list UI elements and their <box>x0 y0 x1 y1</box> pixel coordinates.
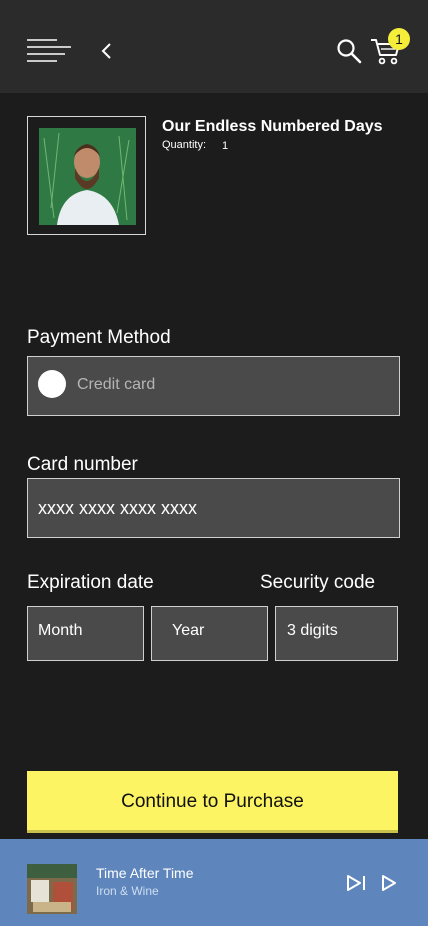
payment-method-label: Payment Method <box>27 327 171 348</box>
card-number-input[interactable]: xxxx xxxx xxxx xxxx <box>27 478 400 538</box>
card-number-label: Card number <box>27 454 138 475</box>
year-field[interactable]: Year <box>151 606 268 661</box>
month-field[interactable]: Month <box>27 606 144 661</box>
expiration-date-label: Expiration date <box>27 572 154 593</box>
quantity-label: Quantity: <box>162 139 207 151</box>
payment-method-placeholder: Credit card <box>77 376 156 393</box>
play-icon[interactable] <box>380 874 398 892</box>
album-cover-image <box>39 128 136 225</box>
month-placeholder: Month <box>38 622 83 639</box>
menu-icon[interactable] <box>27 38 71 64</box>
track-artist: Iron & Wine <box>96 884 159 898</box>
continue-to-purchase-button[interactable]: Continue to Purchase <box>27 771 398 833</box>
mini-player[interactable]: Time After Time Iron & Wine <box>0 839 428 926</box>
security-code-input[interactable]: 3 digits <box>275 606 398 661</box>
security-code-placeholder: 3 digits <box>287 622 338 639</box>
year-placeholder: Year <box>172 622 205 639</box>
product-title: Our Endless Numbered Days <box>162 118 383 135</box>
quantity-value: 1 <box>222 140 229 152</box>
now-playing-thumbnail <box>27 864 77 914</box>
skip-next-icon[interactable] <box>346 874 368 892</box>
payment-method-select[interactable]: Credit card <box>27 356 400 416</box>
chevron-left-icon[interactable] <box>98 40 118 62</box>
search-icon[interactable] <box>336 38 362 64</box>
cart-count-badge: 1 <box>388 28 410 50</box>
security-code-label: Security code <box>260 572 376 593</box>
product-thumbnail <box>27 116 146 235</box>
radio-button[interactable] <box>38 370 66 398</box>
track-title: Time After Time <box>96 865 194 881</box>
card-number-value: xxxx xxxx xxxx xxxx <box>38 498 198 518</box>
